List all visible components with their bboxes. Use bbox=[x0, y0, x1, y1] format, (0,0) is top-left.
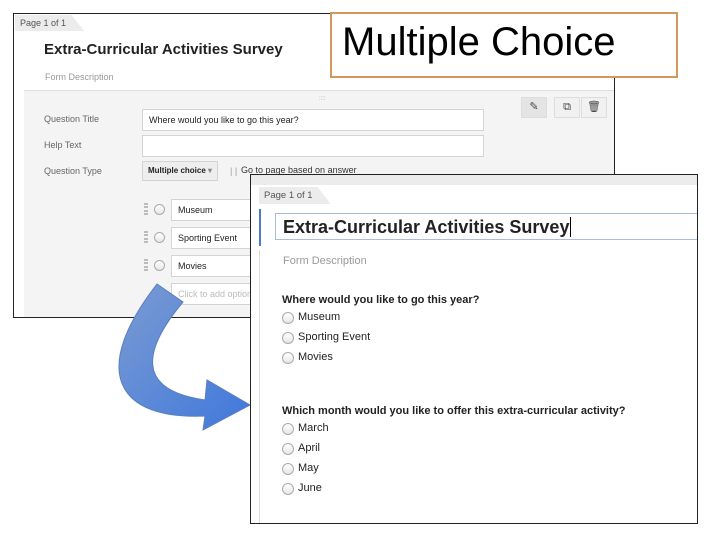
radio-button[interactable] bbox=[282, 312, 294, 324]
help-text-input[interactable] bbox=[142, 135, 484, 157]
radio-icon bbox=[154, 204, 165, 215]
trash-icon[interactable]: 🗑 bbox=[581, 97, 607, 118]
form-title[interactable]: Extra-Curricular Activities Survey bbox=[44, 41, 283, 58]
radio-button[interactable] bbox=[282, 332, 294, 344]
question-2: Which month would you like to offer this… bbox=[282, 405, 626, 502]
drag-handle-icon[interactable]: :::: bbox=[319, 96, 326, 102]
form-title-input[interactable]: Extra-Curricular Activities Survey bbox=[275, 213, 697, 240]
option-label: Museum bbox=[298, 311, 341, 323]
radio-button[interactable] bbox=[282, 483, 294, 495]
page-tab: Page 1 of 1 bbox=[15, 15, 85, 31]
radio-button[interactable] bbox=[282, 352, 294, 364]
duplicate-icon[interactable]: ⧉ bbox=[554, 97, 580, 118]
left-border bbox=[259, 250, 260, 523]
slide-title-text: Multiple Choice bbox=[342, 20, 616, 64]
page-tab: Page 1 of 1 bbox=[259, 187, 331, 204]
option-museum[interactable]: Museum bbox=[282, 311, 479, 331]
radio-icon bbox=[154, 260, 165, 271]
question-type-label: Question Type bbox=[44, 166, 102, 176]
question-text: Which month would you like to offer this… bbox=[282, 405, 626, 417]
radio-button[interactable] bbox=[282, 463, 294, 475]
pencil-icon[interactable]: ✎ bbox=[521, 97, 547, 118]
option-movies[interactable]: Movies bbox=[282, 351, 479, 371]
option-label: May bbox=[298, 462, 319, 474]
option-sporting-event[interactable]: Sporting Event bbox=[282, 331, 479, 351]
option-label: Sporting Event bbox=[298, 331, 371, 343]
form-preview-screenshot: Page 1 of 1 Extra-Curricular Activities … bbox=[250, 174, 698, 524]
question-title-input[interactable]: Where would you like to go this year? bbox=[142, 109, 484, 131]
option-april[interactable]: April bbox=[282, 442, 626, 462]
option-drag-handle-icon[interactable] bbox=[144, 259, 148, 271]
question-text: Where would you like to go this year? bbox=[282, 294, 480, 306]
option-june[interactable]: June bbox=[282, 482, 626, 502]
radio-button[interactable] bbox=[282, 443, 294, 455]
option-march[interactable]: March bbox=[282, 422, 626, 442]
help-text-label: Help Text bbox=[44, 140, 82, 150]
option-label: April bbox=[298, 442, 321, 454]
question-1: Where would you like to go this year? Mu… bbox=[282, 294, 479, 371]
radio-icon bbox=[154, 232, 165, 243]
question-type-dropdown[interactable]: Multiple choice ▾ bbox=[142, 161, 218, 181]
option-drag-handle-icon[interactable] bbox=[144, 231, 148, 243]
form-description[interactable]: Form Description bbox=[283, 255, 367, 267]
option-label: Movies bbox=[298, 351, 333, 363]
go-to-page-checkbox[interactable]: | | bbox=[230, 166, 237, 176]
option-label: March bbox=[298, 422, 329, 434]
question-title-label: Question Title bbox=[44, 114, 100, 124]
section-accent-bar bbox=[259, 209, 261, 246]
slide-title: Multiple Choice bbox=[330, 12, 678, 78]
form-description[interactable]: Form Description bbox=[45, 72, 114, 82]
option-label: June bbox=[298, 482, 322, 494]
form-title: Extra-Curricular Activities Survey bbox=[283, 217, 570, 237]
option-may[interactable]: May bbox=[282, 462, 626, 482]
curved-arrow-icon bbox=[118, 283, 252, 431]
option-drag-handle-icon[interactable] bbox=[144, 203, 148, 215]
chevron-down-icon: ▾ bbox=[208, 166, 213, 175]
radio-button[interactable] bbox=[282, 423, 294, 435]
top-bar bbox=[251, 175, 697, 185]
question-type-value: Multiple choice bbox=[148, 166, 206, 175]
